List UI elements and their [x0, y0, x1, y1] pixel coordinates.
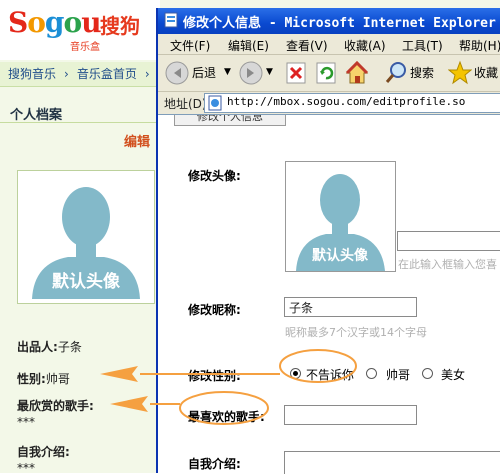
address-url: http://mbox.sogou.com/editprofile.so	[227, 95, 466, 108]
gender-option-female[interactable]: 美女	[441, 366, 465, 383]
menu-file[interactable]: 文件(F)	[170, 37, 210, 54]
home-icon[interactable]	[344, 59, 370, 87]
gender-option-male[interactable]: 帅哥	[386, 366, 410, 383]
breadcrumb-musicbox-home[interactable]: 音乐盒首页	[77, 67, 137, 81]
gender-value: 帅哥	[45, 372, 70, 386]
menu-help[interactable]: 帮助(H)	[459, 37, 500, 54]
profile-avatar: 默认头像	[17, 170, 155, 304]
producer-value: 子条	[57, 340, 82, 354]
logo-chinese: 搜狗	[100, 14, 140, 38]
page-icon	[208, 95, 222, 111]
default-avatar-icon: 默认头像	[18, 171, 154, 303]
stop-icon[interactable]	[284, 59, 308, 87]
avatar-caption: 默认头像	[52, 271, 121, 292]
gender-radio-female[interactable]	[422, 368, 433, 379]
intro-label: 自我介绍:	[17, 445, 70, 459]
menu-edit[interactable]: 编辑(E)	[228, 37, 269, 54]
title-bar[interactable]: 修改个人信息 - Microsoft Internet Explorer	[158, 8, 500, 34]
gender-label: 修改性别:	[188, 369, 241, 383]
gender-radio-male[interactable]	[366, 368, 377, 379]
breadcrumb: 搜狗音乐 › 音乐盒首页 ›	[0, 62, 160, 87]
gender-option-secret[interactable]: 不告诉你	[306, 366, 354, 383]
producer-line: 出品人:子条	[17, 338, 82, 355]
menu-bar: 文件(F) 编辑(E) 查看(V) 收藏(A) 工具(T) 帮助(H)	[158, 34, 500, 55]
back-dropdown-icon[interactable]: ▼	[224, 67, 231, 77]
menu-tools[interactable]: 工具(T)	[402, 37, 443, 54]
logo-subtitle: 音乐盒	[70, 42, 100, 53]
avatar-caption: 默认头像	[312, 247, 369, 264]
breadcrumb-sogou-music[interactable]: 搜狗音乐	[8, 67, 56, 81]
edit-link[interactable]: 编辑	[124, 131, 150, 150]
search-label[interactable]: 搜索	[410, 64, 434, 81]
tab-edit-profile[interactable]: 修改个人信息	[174, 115, 286, 126]
breadcrumb-separator: ›	[144, 67, 150, 81]
fav-singer-input[interactable]	[284, 405, 417, 425]
window-title: 修改个人信息 - Microsoft Internet Explorer	[183, 16, 496, 31]
favorites-star-icon[interactable]	[448, 59, 472, 87]
fav-singer-label: 最喜欢的歌手:	[188, 410, 265, 424]
ie-window: 修改个人信息 - Microsoft Internet Explorer 文件(…	[156, 8, 500, 474]
intro-line: 自我介绍:	[17, 443, 70, 460]
avatar-url-input[interactable]	[397, 231, 500, 251]
logo-wordmark: Sogou	[8, 6, 102, 39]
breadcrumb-separator: ›	[64, 67, 69, 81]
toolbar: 后退 ▼ ▼ 搜索 收藏	[158, 55, 500, 92]
avatar-label: 修改头像:	[188, 169, 241, 183]
intro-label: 自我介绍:	[188, 457, 241, 471]
address-input[interactable]: http://mbox.sogou.com/editprofile.so	[204, 93, 500, 113]
forward-dropdown-icon[interactable]: ▼	[266, 67, 273, 77]
address-bar: 地址(D) http://mbox.sogou.com/editprofile.…	[158, 92, 500, 114]
favorites-label[interactable]: 收藏	[474, 64, 498, 81]
gender-label: 性别:	[17, 372, 46, 386]
sogou-logo[interactable]: Sogou 搜狗 音乐盒	[0, 0, 160, 60]
fav-singer-line: 最欣赏的歌手:	[17, 397, 94, 414]
panel-title: 个人档案	[10, 108, 63, 123]
menu-view[interactable]: 查看(V)	[286, 37, 328, 54]
refresh-icon[interactable]	[314, 59, 338, 87]
nickname-input[interactable]: 子条	[284, 297, 417, 317]
nickname-hint: 昵称最多7个汉字或14个字母	[285, 326, 427, 339]
intro-textarea[interactable]	[284, 451, 500, 474]
ie-page-icon	[164, 12, 178, 28]
address-label: 地址(D)	[164, 97, 207, 111]
fav-singer-label: 最欣赏的歌手:	[17, 399, 94, 413]
nickname-label: 修改昵称:	[188, 303, 241, 317]
avatar-input-hint: 在此输入框输入您喜	[398, 258, 497, 271]
fav-singer-value: ***	[17, 415, 35, 429]
gender-line: 性别:帅哥	[17, 370, 70, 387]
default-avatar-icon: 默认头像	[296, 174, 385, 271]
back-icon[interactable]	[164, 59, 190, 87]
forward-icon[interactable]	[238, 59, 264, 87]
avatar-preview[interactable]: 默认头像	[285, 161, 396, 272]
back-label[interactable]: 后退	[192, 64, 216, 81]
search-icon[interactable]	[384, 59, 408, 87]
divider	[0, 122, 158, 123]
page-content: 修改个人信息 修改头像: 默认头像 在此输入框输入您喜 修改昵称: 子条 昵称最…	[158, 114, 500, 474]
producer-label: 出品人:	[17, 340, 58, 354]
menu-favorites[interactable]: 收藏(A)	[344, 37, 386, 54]
gender-radio-secret[interactable]	[290, 368, 301, 379]
